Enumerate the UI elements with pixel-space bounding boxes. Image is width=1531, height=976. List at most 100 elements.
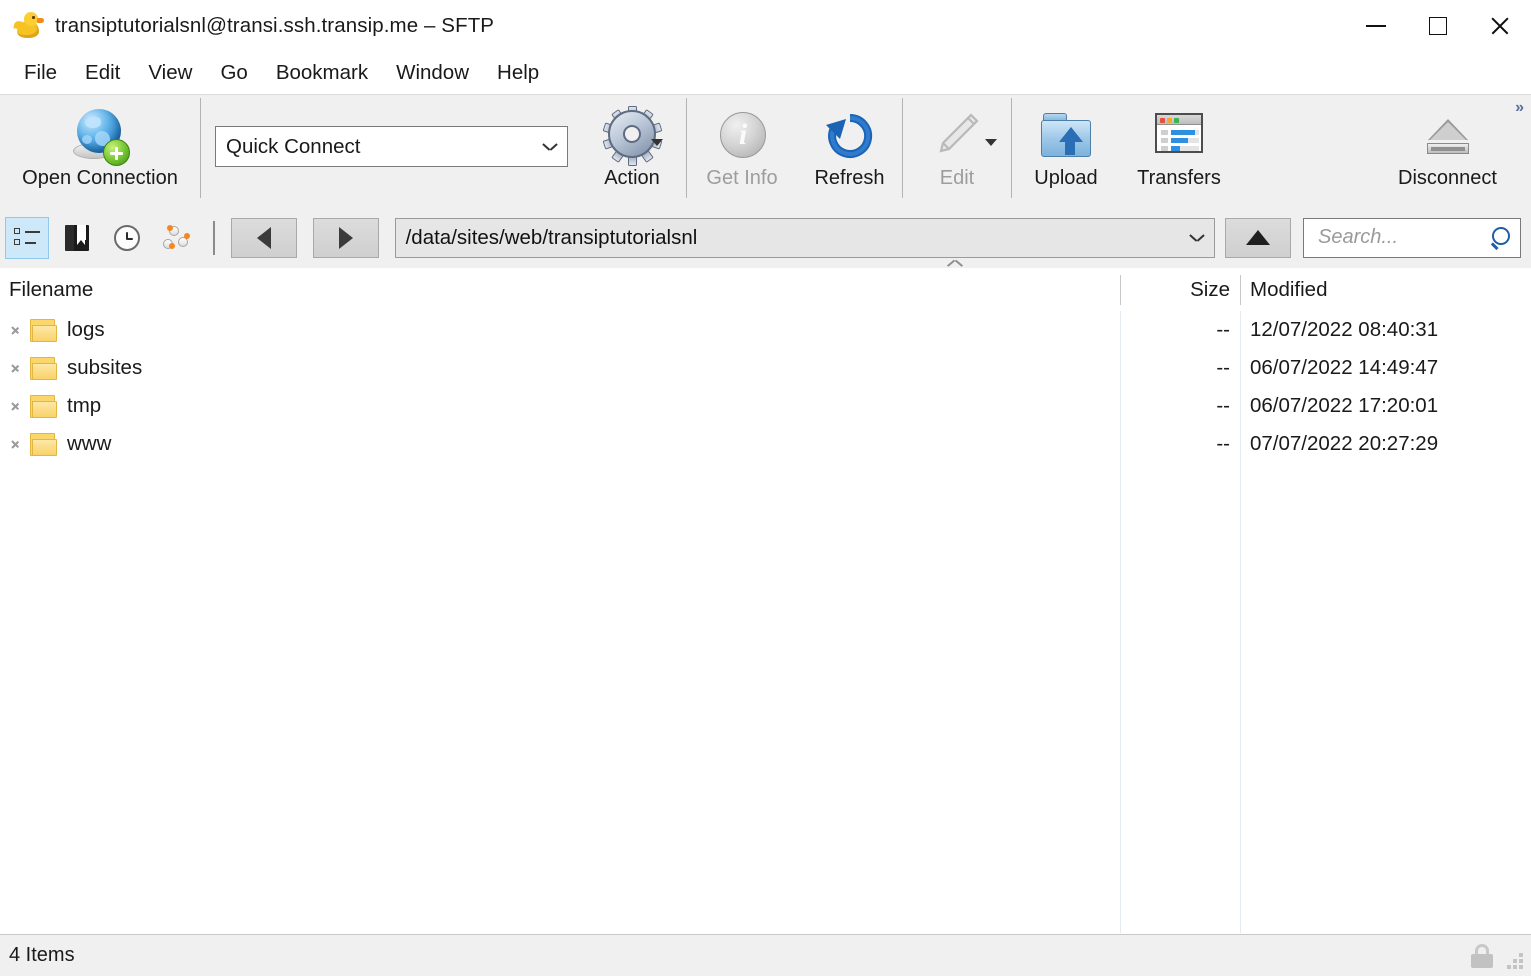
refresh-label: Refresh	[814, 167, 885, 189]
column-header-modified[interactable]: Modified	[1250, 278, 1328, 302]
window-title: transiptutorialsnl@transi.ssh.transip.me…	[55, 14, 495, 37]
disconnect-button[interactable]: Disconnect	[1360, 95, 1531, 203]
forward-button[interactable]	[312, 217, 379, 258]
file-modified: 06/07/2022 17:20:01	[1250, 394, 1439, 417]
file-size: --	[1216, 356, 1230, 379]
path-value: /data/sites/web/transiptutorialsnl	[405, 225, 698, 249]
file-modified: 12/07/2022 08:40:31	[1250, 318, 1439, 341]
file-size: --	[1216, 432, 1230, 455]
back-button[interactable]	[230, 217, 297, 258]
transfers-button[interactable]: Transfers	[1120, 95, 1238, 203]
menu-edit[interactable]: Edit	[71, 59, 134, 87]
network-nodes-icon[interactable]	[155, 217, 199, 259]
get-info-label: Get Info	[706, 167, 778, 189]
action-button[interactable]: Action	[578, 95, 686, 203]
open-connection-button[interactable]: Open Connection	[0, 95, 200, 203]
file-name: subsites	[67, 356, 143, 379]
table-row[interactable]: tmp -- 06/07/2022 17:20:01	[0, 387, 1531, 425]
chevron-down-icon[interactable]	[543, 143, 557, 151]
edit-button[interactable]: Edit	[903, 95, 1011, 203]
chevron-right-icon[interactable]	[2, 322, 30, 338]
table-row[interactable]: www -- 07/07/2022 20:27:29	[0, 425, 1531, 463]
pencil-icon	[929, 103, 997, 169]
file-modified: 06/07/2022 14:49:47	[1250, 356, 1439, 379]
action-label: Action	[604, 167, 660, 189]
upload-folder-icon	[1037, 103, 1095, 169]
table-row[interactable]: logs -- 12/07/2022 08:40:31	[0, 311, 1531, 349]
column-header-filename[interactable]: Filename	[9, 278, 93, 302]
upload-button[interactable]: Upload	[1012, 95, 1120, 203]
close-icon	[1489, 15, 1511, 37]
list-view-icon[interactable]	[5, 216, 49, 259]
disconnect-label: Disconnect	[1398, 167, 1497, 189]
table-row[interactable]: subsites -- 06/07/2022 14:49:47	[0, 349, 1531, 387]
get-info-button[interactable]: i Get Info	[687, 95, 797, 203]
toolbar: Open Connection Quick Connect Action i G…	[0, 94, 1531, 207]
transfers-window-icon	[1150, 103, 1208, 169]
refresh-arrow-icon	[821, 103, 879, 169]
column-header-size[interactable]: Size	[1120, 278, 1238, 302]
navbar-separator	[213, 220, 215, 255]
minimize-icon	[1366, 25, 1386, 27]
menu-view[interactable]: View	[134, 59, 206, 87]
column-divider-2[interactable]	[1240, 275, 1241, 305]
parent-directory-button[interactable]	[1225, 217, 1291, 258]
folder-icon	[30, 356, 57, 380]
refresh-button[interactable]: Refresh	[797, 95, 902, 203]
globe-plus-icon	[71, 103, 130, 169]
maximize-icon	[1429, 17, 1447, 35]
folder-icon	[30, 432, 57, 456]
menu-help[interactable]: Help	[483, 59, 553, 87]
maximize-button[interactable]	[1407, 0, 1469, 52]
item-count-label: 4 Items	[9, 944, 75, 966]
caret-down-icon[interactable]	[985, 139, 997, 146]
file-size: --	[1216, 318, 1230, 341]
file-browser: Filename Size Modified logs -- 12/07/202…	[0, 269, 1531, 933]
menu-bar: File Edit View Go Bookmark Window Help	[0, 52, 1531, 94]
gear-icon	[602, 103, 663, 169]
menu-window[interactable]: Window	[382, 59, 483, 87]
status-bar: 4 Items	[0, 934, 1531, 976]
navigation-bar: /data/sites/web/transiptutorialsnl	[0, 207, 1531, 269]
file-name: www	[67, 432, 112, 455]
chevron-right-icon[interactable]	[2, 360, 30, 376]
title-bar: transiptutorialsnl@transi.ssh.transip.me…	[0, 0, 1531, 52]
file-name: tmp	[67, 394, 102, 417]
chevron-right-icon[interactable]	[2, 436, 30, 452]
resize-grip-icon[interactable]	[1505, 951, 1525, 971]
quick-connect-value: Quick Connect	[226, 134, 361, 158]
path-chevron-down-icon[interactable]	[1190, 234, 1204, 242]
path-field[interactable]: /data/sites/web/transiptutorialsnl	[394, 217, 1215, 258]
transfers-label: Transfers	[1137, 167, 1221, 189]
duck-icon	[13, 9, 47, 43]
file-size: --	[1216, 394, 1230, 417]
triangle-left-icon	[256, 226, 271, 249]
caret-down-icon[interactable]	[651, 139, 663, 146]
path-collapse-icon[interactable]	[948, 258, 962, 267]
chevron-right-icon[interactable]	[2, 398, 30, 414]
window-controls	[1345, 0, 1531, 52]
menu-bookmark[interactable]: Bookmark	[262, 59, 382, 87]
edit-label: Edit	[939, 167, 975, 189]
triangle-right-icon	[338, 226, 353, 249]
search-field[interactable]	[1303, 217, 1521, 258]
file-name: logs	[67, 318, 105, 341]
triangle-up-icon	[1246, 230, 1270, 245]
search-icon[interactable]	[1490, 226, 1512, 249]
toolbar-overflow-button[interactable]: »	[1515, 99, 1524, 117]
lock-icon[interactable]	[1471, 944, 1493, 968]
search-input[interactable]	[1316, 225, 1490, 250]
close-button[interactable]	[1469, 0, 1531, 52]
folder-icon	[30, 318, 57, 342]
clock-icon[interactable]	[105, 217, 149, 259]
file-modified: 07/07/2022 20:27:29	[1250, 432, 1439, 455]
minimize-button[interactable]	[1345, 0, 1407, 52]
upload-label: Upload	[1034, 167, 1098, 189]
menu-file[interactable]: File	[10, 59, 71, 87]
info-circle-icon: i	[714, 103, 770, 169]
file-rows: logs -- 12/07/2022 08:40:31 subsites -- …	[0, 311, 1531, 463]
quick-connect-field[interactable]: Quick Connect	[201, 95, 568, 167]
eject-icon	[1419, 103, 1477, 169]
bookmark-book-icon[interactable]	[55, 217, 99, 259]
menu-go[interactable]: Go	[206, 59, 261, 87]
